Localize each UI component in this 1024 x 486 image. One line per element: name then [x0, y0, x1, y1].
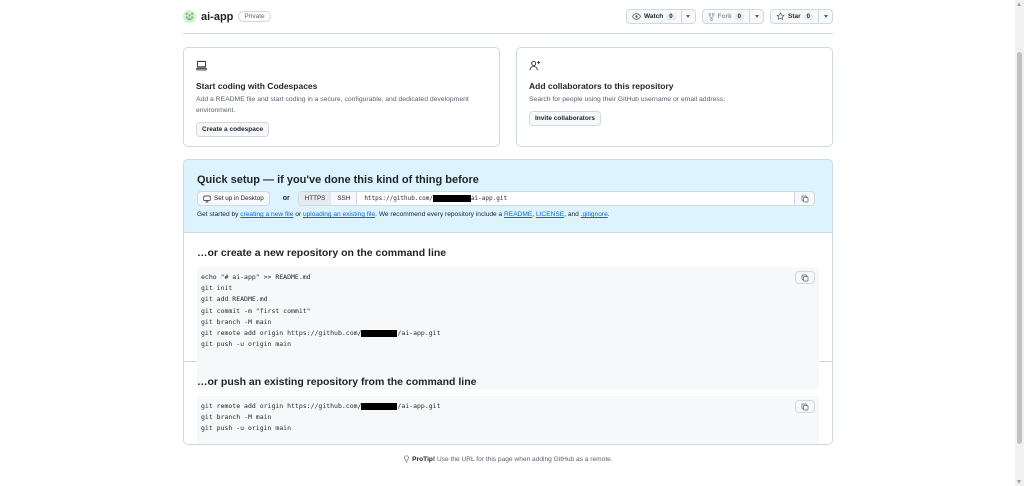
fork-button-group: Fork 0	[701, 9, 764, 24]
vertical-scrollbar[interactable]	[1015, 0, 1024, 486]
redacted-username	[361, 402, 398, 410]
chevron-down-icon	[754, 15, 759, 18]
readme-link[interactable]: README	[504, 211, 532, 218]
protip: ProTip! Use the URL for this page when a…	[183, 455, 833, 463]
scroll-down-arrow[interactable]	[1017, 480, 1021, 484]
copy-new-repo-button[interactable]	[795, 271, 815, 284]
redacted-username	[432, 195, 471, 202]
protip-label: ProTip!	[412, 455, 436, 463]
code-line: git remote add origin https://github.com…	[201, 402, 441, 410]
codespaces-title: Start coding with Codespaces	[196, 81, 318, 91]
watch-label: Watch	[643, 13, 664, 20]
setup-box: Quick setup — if you've done this kind o…	[183, 159, 833, 445]
code-line: git commit -m "first commit"	[201, 306, 311, 315]
new-repo-section: …or create a new repository on the comma…	[184, 233, 832, 390]
copy-icon	[801, 274, 809, 281]
repo-title: ai-app Private	[183, 10, 271, 23]
collaborators-card: Add collaborators to this repository Sea…	[516, 47, 833, 147]
fork-label: Fork	[717, 13, 732, 20]
fork-dropdown-button[interactable]	[749, 10, 763, 23]
code-line: git branch -M main	[201, 317, 272, 326]
https-tab[interactable]: HTTPS	[298, 192, 332, 205]
clone-url-input[interactable]: https://github.com/ai-app.git	[357, 191, 796, 206]
clone-url-suffix: ai-app.git	[470, 195, 508, 202]
clone-url-prefix: https://github.com/	[364, 195, 433, 202]
redacted-username	[361, 329, 398, 337]
star-button[interactable]: Star 0	[771, 10, 818, 23]
license-link[interactable]: LICENSE	[536, 211, 564, 218]
quick-setup: Quick setup — if you've done this kind o…	[184, 160, 832, 233]
collaborators-desc: Search for people using their GitHub use…	[529, 96, 726, 103]
chevron-down-icon	[686, 15, 691, 18]
watch-button[interactable]: Watch 0	[627, 10, 681, 23]
page-container: ai-app Private Watch 0 Fork 0 Star 0 Sta…	[183, 0, 833, 463]
lightbulb-icon	[404, 455, 410, 463]
avatar	[183, 10, 196, 23]
watch-button-group: Watch 0	[625, 9, 696, 24]
star-button-group: Star 0	[770, 9, 833, 24]
push-repo-code[interactable]: git remote add origin https://github.com…	[197, 396, 819, 444]
code-line: git branch -M main	[201, 413, 272, 422]
create-codespace-button[interactable]: Create a codespace	[196, 122, 270, 137]
repo-actions: Watch 0 Fork 0 Star 0	[625, 9, 833, 24]
copy-icon	[801, 403, 809, 410]
ssh-tab[interactable]: SSH	[331, 192, 356, 205]
desktop-icon	[203, 195, 211, 202]
identicon-icon	[185, 12, 194, 21]
repo-name[interactable]: ai-app	[201, 11, 233, 23]
gitignore-link[interactable]: .gitignore	[581, 211, 608, 218]
star-count: 0	[803, 13, 813, 20]
code-line: git init	[201, 284, 233, 293]
collaborators-title: Add collaborators to this repository	[529, 81, 674, 91]
quick-setup-title: Quick setup — if you've done this kind o…	[197, 174, 479, 186]
copy-icon	[801, 195, 809, 202]
codespaces-desc: Add a README file and start coding in a …	[196, 96, 469, 114]
push-repo-title: …or push an existing repository from the…	[197, 376, 477, 388]
visibility-badge: Private	[238, 11, 271, 22]
push-repo-section: …or push an existing repository from the…	[184, 362, 832, 444]
scroll-thumb[interactable]	[1017, 52, 1022, 444]
star-label: Star	[788, 13, 801, 20]
create-new-file-link[interactable]: creating a new file	[240, 211, 293, 218]
protip-text: Use the URL for this page when adding Gi…	[435, 455, 613, 463]
code-line: git add README.md	[201, 295, 268, 304]
chevron-down-icon	[823, 15, 828, 18]
invite-collaborators-button[interactable]: Invite collaborators	[529, 111, 601, 126]
or-label: or	[282, 195, 290, 202]
star-dropdown-button[interactable]	[818, 10, 832, 23]
copy-push-repo-button[interactable]	[795, 400, 815, 413]
fork-icon	[708, 12, 715, 21]
setup-in-desktop-button[interactable]: Set up in Desktop	[197, 191, 270, 206]
code-line: git remote add origin https://github.com…	[201, 329, 441, 338]
protocol-toggle: HTTPS SSH	[297, 191, 358, 206]
fork-button[interactable]: Fork 0	[703, 10, 749, 23]
clone-url-row: Set up in Desktop or HTTPS SSH https://g…	[197, 191, 816, 206]
repo-header: ai-app Private Watch 0 Fork 0 Star 0	[183, 0, 833, 34]
copy-url-button[interactable]	[795, 191, 816, 206]
person-add-icon	[529, 60, 541, 71]
star-icon	[776, 12, 785, 20]
codespaces-icon	[196, 60, 207, 71]
quick-setup-hint: Get started by creating a new file or up…	[197, 211, 610, 218]
fork-count: 0	[734, 13, 744, 20]
watch-count: 0	[666, 13, 676, 20]
setup-in-desktop-label: Set up in Desktop	[214, 195, 264, 202]
new-repo-title: …or create a new repository on the comma…	[197, 247, 447, 259]
code-line: echo "# ai-app" >> README.md	[201, 273, 311, 281]
code-line: git push -u origin main	[201, 424, 292, 433]
watch-dropdown-button[interactable]	[680, 10, 695, 23]
code-line: git push -u origin main	[201, 340, 292, 349]
scroll-up-arrow[interactable]	[1017, 2, 1021, 6]
codespaces-card: Start coding with Codespaces Add a READM…	[183, 47, 500, 147]
upload-existing-file-link[interactable]: uploading an existing file	[303, 211, 375, 218]
eye-icon	[632, 13, 641, 20]
